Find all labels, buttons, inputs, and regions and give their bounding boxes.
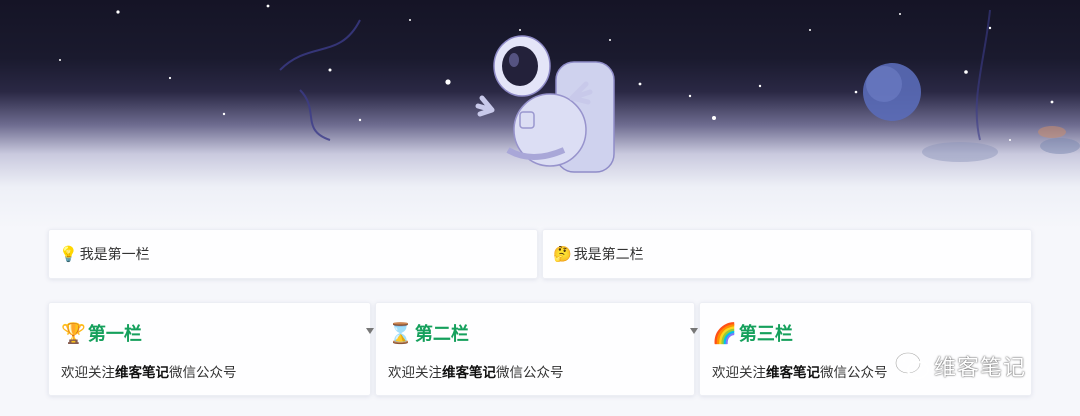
column-title-text: 第三栏 — [738, 324, 793, 345]
column-title: ⌛ 第二栏 — [388, 320, 469, 346]
astronaut — [475, 35, 615, 173]
thinking-face-icon: 🤔 — [553, 244, 572, 263]
wechat-icon — [895, 352, 929, 379]
column-text: 欢迎关注维客笔记微信公众号 — [61, 365, 237, 381]
column-title: 🏆 第一栏 — [61, 320, 142, 346]
column-text: 欢迎关注维客笔记微信公众号 — [388, 365, 564, 381]
top-bar-item-1[interactable]: 💡 我是第一栏 — [48, 229, 538, 279]
top-bar-label: 我是第一栏 — [79, 247, 150, 263]
top-bar-label: 我是第二栏 — [573, 247, 644, 263]
column-title: 🌈 第三栏 — [712, 320, 793, 346]
column-card-2[interactable]: ⌛ 第二栏 欢迎关注维客笔记微信公众号 — [375, 302, 695, 396]
column-text: 欢迎关注维客笔记微信公众号 — [712, 365, 888, 381]
rainbow-icon: 🌈 — [712, 321, 737, 345]
column-card-1[interactable]: 🏆 第一栏 欢迎关注维客笔记微信公众号 — [48, 302, 371, 396]
bold-brand: 维客笔记 — [442, 365, 496, 381]
watermark-text: 维客笔记 — [934, 356, 1027, 381]
top-bar-item-2[interactable]: 🤔 我是第二栏 — [542, 229, 1032, 279]
column-title-text: 第二栏 — [414, 324, 469, 345]
column-title-text: 第一栏 — [87, 324, 142, 345]
lightbulb-icon: 💡 — [59, 244, 78, 263]
chevron-down-icon[interactable] — [366, 328, 374, 334]
bold-brand: 维客笔记 — [766, 365, 820, 381]
chevron-down-icon[interactable] — [690, 328, 698, 334]
watermark: 维客笔记 — [894, 350, 1026, 382]
trophy-icon: 🏆 — [61, 321, 86, 345]
bold-brand: 维客笔记 — [115, 365, 169, 381]
hourglass-icon: ⌛ — [388, 321, 413, 345]
